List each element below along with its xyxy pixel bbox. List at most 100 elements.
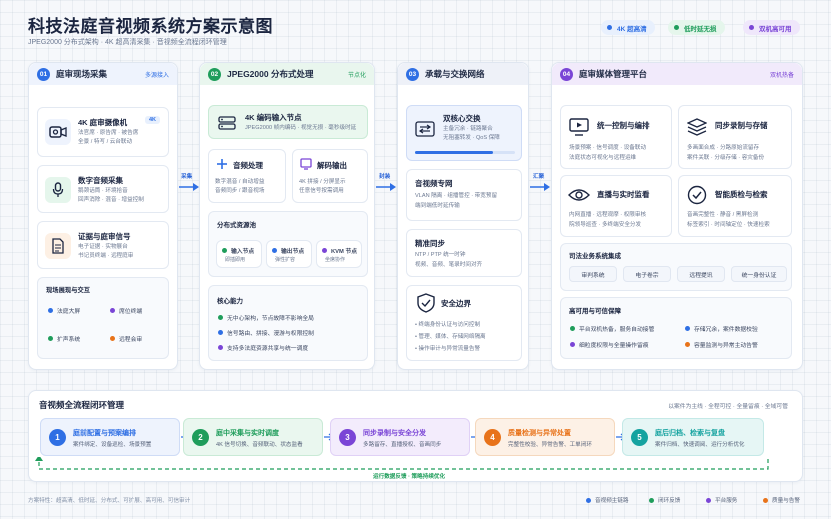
capability-item: 信号路由、拼接、漫游与权限控制	[218, 328, 314, 337]
card-audio-processing[interactable]: 音频处理 数字混音 / 自动增益 音频同步 / 跟音视场	[208, 149, 286, 203]
node-input[interactable]: 输入节点 即插即用	[216, 240, 262, 268]
panel-title: 庭审媒体管理平台	[579, 69, 648, 79]
card-security[interactable]: 安全边界 • 终端身份认证与访问控制 • 管理、媒体、存储网络隔离 • 操作审计…	[406, 285, 522, 361]
interact-item[interactable]: 席位终端	[110, 306, 142, 315]
integration-chip[interactable]: 审判系统	[569, 266, 617, 282]
integration-chip[interactable]: 远程提讯	[677, 266, 725, 282]
pill-label: 4K 超高清	[617, 25, 647, 33]
card-title: 双核心交换	[443, 114, 481, 123]
flow-step-2[interactable]: 2 庭中采集与实时调度 4K 信号切换、音频联动、状态监看	[183, 418, 323, 456]
security-item: 终端身份认证与访问控制	[418, 322, 481, 328]
legend-dot	[706, 497, 711, 503]
pill-ha: 双机高可用	[743, 20, 800, 35]
legend-item: 音视频主链路	[586, 496, 629, 504]
node-output[interactable]: 输出节点 弹性扩容	[266, 240, 312, 268]
card-text: 音频同步 / 跟音视场	[215, 188, 265, 194]
item-dot	[570, 342, 575, 347]
step-text: 案件归档、快速调阅、运行分析优化	[655, 442, 745, 448]
panel-tag: 多源接入	[144, 72, 169, 79]
pill-label: 低时延无损	[684, 25, 717, 33]
card-text: 案件关联 · 分级存储 · 容灾备份	[687, 155, 765, 161]
card-audio[interactable]: 数字音频采集 鹅颈话筒 · 环境拾音 回声消除 · 混音 · 增益控制	[37, 165, 169, 213]
card-text: 数字混音 / 自动增益	[215, 179, 265, 185]
panel-tag: 双机热备	[769, 72, 794, 79]
step-title: 质量检测与异常处置	[508, 430, 571, 437]
card-text: 音画完整性 · 静音 / 黑屏检测	[687, 212, 759, 218]
card-text: • 管理、媒体、存储网络隔离	[415, 334, 486, 340]
legend-label: 质量与告警	[772, 498, 800, 504]
node-sub: 坐席协作	[325, 257, 346, 263]
interaction-box: 现场展现与交互 法庭大屏 席位终端 扩声系统 远程会审	[37, 277, 169, 359]
section-title: 司法业务系统集成	[569, 253, 621, 260]
card-text: VLAN 隔离 · 组播管控 · 带宽预留	[415, 193, 498, 199]
card-recording[interactable]: 同步录制与存储 多画面合成 · 分路原始流留存 案件关联 · 分级存储 · 容灾…	[678, 105, 792, 169]
item-dot	[110, 308, 115, 313]
item-dot	[48, 336, 53, 341]
flow-title: 音视频全流程闭环管理	[39, 400, 125, 410]
flow-step-1[interactable]: 1 庭前配置与预案编排 案件绑定、设备巡检、场景预置	[40, 418, 180, 456]
interact-item[interactable]: 法庭大屏	[48, 306, 80, 315]
legend-label: 音视频主链路	[595, 498, 629, 504]
panel-header: 02 JPEG2000 分布式处理 节点化	[200, 63, 374, 85]
flow-step-4[interactable]: 4 质量检测与异常处置 完整性校验、异常告警、工单闭环	[475, 418, 615, 456]
step-number: 2	[192, 428, 209, 446]
step-text: 完整性校验、异常告警、工单闭环	[508, 442, 592, 448]
panel-title: JPEG2000 分布式处理	[227, 69, 314, 79]
legend-label: 平台服务	[715, 498, 738, 504]
page-subtitle: JPEG2000 分布式架构 · 4K 超高清采集 · 音视频全流程闭环管理	[28, 39, 227, 46]
card-quality[interactable]: 智能质检与检索 音画完整性 · 静音 / 黑屏检测 标签索引 · 时间轴定位 ·…	[678, 175, 792, 237]
node-name: KVM 节点	[331, 249, 358, 255]
flow-arrow-2	[376, 183, 396, 191]
pill-label: 双机高可用	[759, 25, 792, 33]
node-label: KVM 节点	[322, 246, 357, 255]
integration-chip[interactable]: 电子卷宗	[623, 266, 671, 282]
interact-item[interactable]: 扩声系统	[48, 334, 80, 343]
card-evidence[interactable]: 证据与庭审信号 电子证据 · 实物展台 书记员终端 · 远程庭审	[37, 221, 169, 269]
card-encode[interactable]: 4K 编码输入节点 JPEG2000 帧内编码 · 视觉无损 · 毫秒级时延	[208, 105, 368, 139]
card-camera[interactable]: 4K 庭审摄像机 4K 法官席 · 原告席 · 被告席 全景 / 特写 / 云台…	[37, 107, 169, 157]
panel-tag: 节点化	[347, 72, 366, 79]
integration-chip[interactable]: 统一身份认证	[731, 266, 787, 282]
legend-dot	[649, 497, 654, 503]
card-core-switch[interactable]: 双核心交换 主备冗余 · 链路聚合 无阻塞转发 · QoS 保障	[406, 105, 522, 161]
card-text: • 终端身份认证与访问控制	[415, 322, 481, 328]
card-text: JPEG2000 帧内编码 · 视觉无损 · 毫秒级时延	[245, 125, 357, 131]
card-title: 统一控制与编排	[597, 121, 650, 130]
card-text: 4K 拼接 / 分屏显示	[299, 179, 346, 185]
node-sub: 即插即用	[225, 257, 246, 263]
item-dot	[48, 308, 53, 313]
section-title: 高可用与可信保障	[569, 308, 621, 315]
interact-item[interactable]: 远程会审	[110, 334, 142, 343]
progress-fill	[415, 151, 493, 154]
card-text: 法庭状态可视化与远程运维	[569, 155, 637, 161]
arrow-label: 采集	[181, 174, 193, 180]
step-text: 4K 信号切换、音频联动、状态监看	[216, 442, 303, 448]
flow-step-3[interactable]: 3 同步录制与安全分发 多路留存、直播授权、音画同步	[330, 418, 470, 456]
card-title: 同步录制与存储	[715, 121, 768, 130]
switch-icon	[413, 119, 437, 139]
panel-jpeg2000: 02 JPEG2000 分布式处理 节点化 4K 编码输入节点 JPEG2000…	[199, 62, 375, 370]
card-text: 院领导巡查 · 多终端安全分发	[569, 222, 642, 228]
card-decode[interactable]: 解码输出 4K 拼接 / 分屏显示 任意信号按需调用	[292, 149, 368, 203]
integration-box: 司法业务系统集成 审判系统 电子卷宗 远程提讯 统一身份认证	[560, 243, 792, 291]
item-dot	[570, 326, 575, 331]
step-text: 多路留存、直播授权、音画同步	[363, 442, 442, 448]
card-av-network[interactable]: 音视频专网 VLAN 隔离 · 组播管控 · 带宽预留 端到端低时延传输	[406, 169, 522, 221]
card-text: 全景 / 特写 / 云台联动	[78, 139, 133, 145]
item-label: 信号路由、拼接、漫游与权限控制	[227, 331, 314, 337]
node-dot	[272, 248, 277, 253]
microphone-icon	[45, 177, 71, 203]
item-label: 存储冗余，案件数据校验	[694, 327, 758, 333]
flow-step-5[interactable]: 5 庭后归档、检索与复盘 案件归档、快速调阅、运行分析优化	[622, 418, 764, 456]
node-kvm[interactable]: KVM 节点 坐席协作	[316, 240, 362, 268]
card-control[interactable]: 统一控制与编排 场景预案 · 信号调度 · 设备联动 法庭状态可视化与远程运维	[560, 105, 672, 169]
panel-title: 庭审现场采集	[56, 69, 108, 79]
item-label: 容量监测与异常主动告警	[694, 343, 758, 349]
section-title: 分布式资源池	[217, 222, 256, 229]
panel-number: 02	[208, 67, 221, 81]
card-text: 电子证据 · 实物展台	[78, 244, 128, 250]
document-icon	[45, 233, 71, 259]
item-label: 细粒度权限与全量操作留痕	[579, 343, 649, 349]
card-sync[interactable]: 精准同步 NTP / PTP 统一时钟 视频、音频、笔录时间对齐	[406, 229, 522, 277]
card-live[interactable]: 直播与实时监看 内网直播 · 远程观摩 · 权限审核 院领导巡查 · 多终端安全…	[560, 175, 672, 237]
